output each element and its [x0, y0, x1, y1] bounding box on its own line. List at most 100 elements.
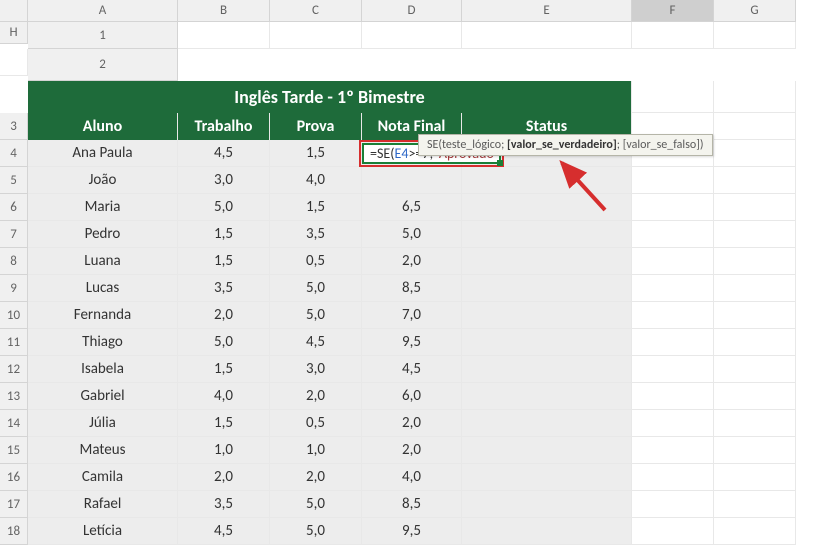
empty-cell[interactable]	[714, 302, 796, 329]
cell-status[interactable]	[462, 491, 632, 518]
empty-cell[interactable]	[632, 167, 714, 194]
empty-cell[interactable]	[714, 491, 796, 518]
cell-status[interactable]	[462, 356, 632, 383]
cell-trabalho[interactable]: 1,5	[178, 221, 270, 248]
row-header-14[interactable]: 14	[0, 410, 28, 437]
cell-notafinal[interactable]: 6,5	[362, 194, 462, 221]
cell-notafinal[interactable]: 7,0	[362, 302, 462, 329]
cell-notafinal[interactable]: 9,5	[362, 518, 462, 545]
empty-cell[interactable]	[714, 275, 796, 302]
cell-status[interactable]	[462, 437, 632, 464]
empty-cell[interactable]	[632, 275, 714, 302]
empty-cell[interactable]	[714, 22, 796, 49]
empty-cell[interactable]	[632, 81, 714, 113]
cell-status[interactable]	[462, 248, 632, 275]
empty-cell[interactable]	[632, 491, 714, 518]
cell-trabalho[interactable]: 2,0	[178, 464, 270, 491]
col-header-E[interactable]: E	[462, 0, 632, 22]
cell-status[interactable]	[462, 221, 632, 248]
row-header-17[interactable]: 17	[0, 491, 28, 518]
empty-cell[interactable]	[714, 194, 796, 221]
cell-prova[interactable]: 0,5	[270, 410, 362, 437]
spreadsheet-grid[interactable]: ABCDEFGH12Inglês Tarde - 1º Bimestre3Alu…	[0, 0, 826, 545]
cell-prova[interactable]: 5,0	[270, 491, 362, 518]
cell-name[interactable]: Ana Paula	[28, 140, 178, 167]
cell-prova[interactable]: 5,0	[270, 302, 362, 329]
cell-name[interactable]: Camila	[28, 464, 178, 491]
empty-cell[interactable]	[632, 248, 714, 275]
empty-cell[interactable]	[714, 383, 796, 410]
cell-status[interactable]	[462, 275, 632, 302]
cell-status[interactable]	[462, 383, 632, 410]
empty-cell[interactable]	[632, 437, 714, 464]
cell-notafinal[interactable]	[362, 167, 462, 194]
cell-trabalho[interactable]: 5,0	[178, 329, 270, 356]
cell-notafinal[interactable]: 2,0	[362, 437, 462, 464]
empty-cell[interactable]	[178, 22, 270, 49]
empty-cell[interactable]	[714, 329, 796, 356]
cell-notafinal[interactable]: 6,0	[362, 383, 462, 410]
cell-notafinal[interactable]: 4,5	[362, 356, 462, 383]
empty-cell[interactable]	[632, 302, 714, 329]
cell-prova[interactable]: 1,5	[270, 194, 362, 221]
row-header-2[interactable]: 2	[28, 49, 178, 81]
cell-prova[interactable]: 3,5	[270, 221, 362, 248]
cell-status[interactable]	[462, 518, 632, 545]
col-header-A[interactable]: A	[28, 0, 178, 22]
empty-cell[interactable]	[462, 22, 632, 49]
cell-trabalho[interactable]: 3,5	[178, 275, 270, 302]
empty-cell[interactable]	[270, 22, 362, 49]
empty-cell[interactable]	[714, 464, 796, 491]
row-header-7[interactable]: 7	[0, 221, 28, 248]
row-header-9[interactable]: 9	[0, 275, 28, 302]
row-header-4[interactable]: 4	[0, 140, 28, 167]
cell-trabalho[interactable]: 4,5	[178, 518, 270, 545]
empty-cell[interactable]	[632, 383, 714, 410]
cell-name[interactable]: Pedro	[28, 221, 178, 248]
empty-cell[interactable]	[714, 248, 796, 275]
select-all-corner[interactable]	[0, 0, 28, 22]
cell-trabalho[interactable]: 1,5	[178, 248, 270, 275]
empty-cell[interactable]	[714, 410, 796, 437]
cell-name[interactable]: Lucas	[28, 275, 178, 302]
empty-cell[interactable]	[714, 140, 796, 167]
empty-cell[interactable]	[632, 518, 714, 545]
cell-trabalho[interactable]: 4,0	[178, 383, 270, 410]
cell-name[interactable]: Thiago	[28, 329, 178, 356]
cell-trabalho[interactable]: 5,0	[178, 194, 270, 221]
empty-cell[interactable]	[632, 194, 714, 221]
cell-prova[interactable]: 1,5	[270, 140, 362, 167]
cell-notafinal[interactable]: 9,5	[362, 329, 462, 356]
row-header-1[interactable]: 1	[28, 22, 178, 49]
cell-name[interactable]: Júlia	[28, 410, 178, 437]
cell-name[interactable]: João	[28, 167, 178, 194]
cell-prova[interactable]: 2,0	[270, 383, 362, 410]
cell-prova[interactable]: 1,0	[270, 437, 362, 464]
cell-prova[interactable]: 5,0	[270, 518, 362, 545]
col-header-H[interactable]: H	[0, 22, 28, 44]
cell-notafinal[interactable]: 2,0	[362, 248, 462, 275]
cell-notafinal[interactable]: 8,5	[362, 275, 462, 302]
empty-cell[interactable]	[714, 437, 796, 464]
empty-cell[interactable]	[632, 22, 714, 49]
col-header-F[interactable]: F	[632, 0, 714, 22]
cell-status[interactable]	[462, 464, 632, 491]
cell-prova[interactable]: 2,0	[270, 464, 362, 491]
col-header-G[interactable]: G	[714, 0, 796, 22]
cell-trabalho[interactable]: 2,0	[178, 302, 270, 329]
cell-name[interactable]: Fernanda	[28, 302, 178, 329]
cell-trabalho[interactable]: 1,5	[178, 410, 270, 437]
cell-notafinal[interactable]: 5,0	[362, 221, 462, 248]
cell-trabalho[interactable]: 1,0	[178, 437, 270, 464]
cell-notafinal[interactable]: 4,0	[362, 464, 462, 491]
col-header-D[interactable]: D	[362, 0, 462, 22]
col-header-C[interactable]: C	[270, 0, 362, 22]
cell-status[interactable]	[462, 329, 632, 356]
cell-status[interactable]	[462, 302, 632, 329]
empty-cell[interactable]	[714, 81, 796, 113]
row-header-13[interactable]: 13	[0, 383, 28, 410]
cell-trabalho[interactable]: 4,5	[178, 140, 270, 167]
empty-cell[interactable]	[714, 518, 796, 545]
row-header-5[interactable]: 5	[0, 167, 28, 194]
empty-cell[interactable]	[632, 356, 714, 383]
